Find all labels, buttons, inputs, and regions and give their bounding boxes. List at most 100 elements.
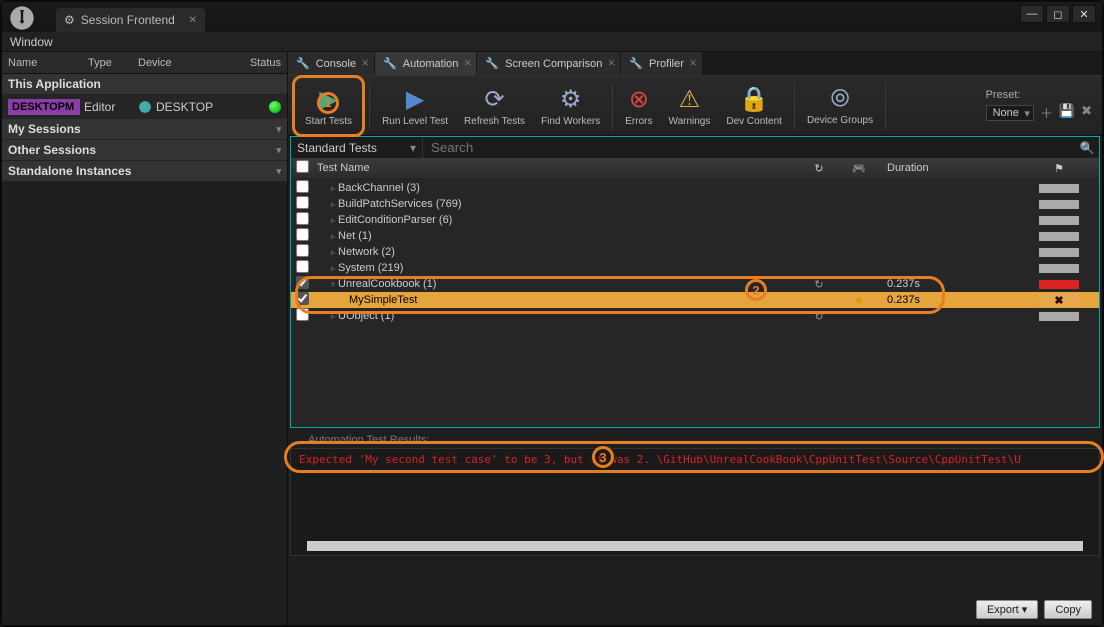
close-icon[interactable]: ✕ xyxy=(689,58,697,69)
play-icon: ▶ xyxy=(406,85,424,114)
col-device[interactable]: Device xyxy=(132,57,222,69)
section-this-application[interactable]: This Application xyxy=(2,74,287,95)
test-row[interactable]: ▹Network (2) xyxy=(291,244,1099,260)
filter-row: Standard Tests ▾ 🔍 xyxy=(290,136,1100,158)
menubar: Window xyxy=(2,32,1102,52)
errors-button[interactable]: ⊗ Errors xyxy=(617,78,660,134)
row-label: UObject (1) xyxy=(338,310,394,322)
test-row[interactable]: ▹BuildPatchServices (769) xyxy=(291,196,1099,212)
export-button[interactable]: Export ▾ xyxy=(976,600,1038,619)
close-icon[interactable]: ✕ xyxy=(608,58,616,69)
refresh-tests-button[interactable]: ⟳ Refresh Tests xyxy=(456,78,533,134)
lock-icon: 🔒 xyxy=(739,85,769,114)
row-checkbox[interactable] xyxy=(296,180,309,193)
test-row[interactable]: ▹System (219) xyxy=(291,260,1099,276)
close-icon[interactable]: ✕ xyxy=(188,15,196,26)
error-icon: ⊗ xyxy=(629,85,649,114)
expand-icon[interactable]: ▹ xyxy=(331,264,335,273)
device-groups-button[interactable]: ⦾ Device Groups xyxy=(799,78,881,134)
callout-1: 1 xyxy=(317,92,339,114)
test-row[interactable]: ▹BackChannel (3) xyxy=(291,180,1099,196)
col-reload-icon: ↻ xyxy=(799,162,839,175)
chevron-down-icon: ▾ xyxy=(276,166,281,177)
col-duration[interactable]: Duration xyxy=(879,162,1019,174)
refresh-icon: ⟳ xyxy=(484,85,504,114)
run-level-test-button[interactable]: ▶ Run Level Test xyxy=(374,78,456,134)
horizontal-scrollbar[interactable] xyxy=(307,541,1083,551)
status-dot-icon xyxy=(269,101,281,113)
test-row[interactable]: ▹EditConditionParser (6) xyxy=(291,212,1099,228)
close-icon[interactable]: ✕ xyxy=(362,58,370,69)
reload-icon: ↻ xyxy=(799,310,839,323)
col-type[interactable]: Type xyxy=(82,57,132,69)
preset-dropdown[interactable]: None xyxy=(986,105,1034,121)
expand-icon[interactable]: ▹ xyxy=(331,248,335,257)
row-checkbox[interactable] xyxy=(296,308,309,321)
tab-automation[interactable]: 🔧 Automation ✕ xyxy=(375,52,477,75)
close-button[interactable]: ✕ xyxy=(1072,5,1096,23)
session-device: DESKTOP xyxy=(138,100,213,114)
expand-icon[interactable]: ▹ xyxy=(331,216,335,225)
expand-icon[interactable]: ▹ xyxy=(331,312,335,321)
wrench-icon: 🔧 xyxy=(485,57,499,70)
test-row[interactable]: ▿UnrealCookbook (1)↻0.237s xyxy=(291,276,1099,292)
warnings-button[interactable]: ⚠ Warnings xyxy=(661,78,719,134)
section-my-sessions[interactable]: My Sessions ▾ xyxy=(2,119,287,140)
section-other-sessions[interactable]: Other Sessions ▾ xyxy=(2,140,287,161)
wrench-icon: 🔧 xyxy=(383,57,397,70)
col-status-icon: ⚑ xyxy=(1019,162,1099,175)
gear-icon: ⚙ xyxy=(560,85,582,114)
expand-icon[interactable]: ▹ xyxy=(331,200,335,209)
sessions-panel: Name Type Device Status This Application… xyxy=(2,52,288,625)
col-status[interactable]: Status xyxy=(222,57,287,69)
test-row[interactable]: MySimpleTest★0.237s✖ xyxy=(291,292,1099,308)
tab-profiler[interactable]: 🔧 Profiler ✕ xyxy=(621,52,703,75)
row-checkbox[interactable] xyxy=(296,228,309,241)
callout-2: 2 xyxy=(745,279,767,301)
menu-window[interactable]: Window xyxy=(10,35,53,49)
col-name[interactable]: Name xyxy=(2,57,82,69)
session-row[interactable]: DESKTOPM Editor DESKTOP xyxy=(2,95,287,119)
minimize-button[interactable]: — xyxy=(1020,5,1044,23)
test-row[interactable]: ▹Net (1) xyxy=(291,228,1099,244)
results-panel[interactable]: Expected 'My second test case' to be 3, … xyxy=(290,448,1100,556)
delete-preset-icon[interactable]: ✖ xyxy=(1081,103,1092,122)
maximize-button[interactable]: ◻ xyxy=(1046,5,1070,23)
expand-icon[interactable]: ▹ xyxy=(331,184,335,193)
save-preset-icon[interactable]: 💾 xyxy=(1059,103,1075,122)
tab-screen-comparison[interactable]: 🔧 Screen Comparison ✕ xyxy=(477,52,621,75)
search-input[interactable] xyxy=(423,137,1075,158)
wrench-icon: 🔧 xyxy=(629,57,643,70)
test-type-dropdown[interactable]: Standard Tests ▾ xyxy=(291,137,423,158)
row-status xyxy=(1019,312,1099,321)
star-icon: ★ xyxy=(839,294,879,307)
row-checkbox[interactable] xyxy=(296,244,309,257)
row-checkbox[interactable] xyxy=(296,196,309,209)
row-status xyxy=(1019,200,1099,209)
expand-icon[interactable]: ▹ xyxy=(331,232,335,241)
titlebar: ⚙ Session Frontend ✕ — ◻ ✕ xyxy=(2,2,1102,32)
tab-console[interactable]: 🔧 Console ✕ xyxy=(288,52,375,75)
select-all-checkbox[interactable] xyxy=(296,160,309,173)
row-label: MySimpleTest xyxy=(349,294,417,306)
section-standalone[interactable]: Standalone Instances ▾ xyxy=(2,161,287,182)
session-frontend-tab[interactable]: ⚙ Session Frontend ✕ xyxy=(56,8,205,32)
copy-button[interactable]: Copy xyxy=(1044,600,1092,619)
close-icon[interactable]: ✕ xyxy=(464,58,472,69)
add-preset-icon[interactable]: ＋ xyxy=(1040,103,1053,122)
test-row[interactable]: ▹UObject (1) ↻ xyxy=(291,308,1099,324)
row-checkbox[interactable] xyxy=(296,260,309,273)
find-workers-button[interactable]: ⚙ Find Workers xyxy=(533,78,608,134)
search-icon[interactable]: 🔍 xyxy=(1075,137,1099,158)
row-checkbox[interactable] xyxy=(296,212,309,225)
chevron-down-icon: ▾ xyxy=(276,145,281,156)
expand-icon[interactable]: ▿ xyxy=(331,280,335,289)
row-status xyxy=(1019,184,1099,193)
col-test-name[interactable]: Test Name xyxy=(313,162,799,174)
reload-icon: ↻ xyxy=(799,278,839,291)
row-checkbox[interactable] xyxy=(296,276,309,289)
row-checkbox[interactable] xyxy=(296,292,309,305)
dev-content-button[interactable]: 🔒 Dev Content xyxy=(718,78,790,134)
test-tree: Test Name ↻ 🎮 Duration ⚑ ▹BackChannel (3… xyxy=(290,158,1100,428)
col-controller-icon: 🎮 xyxy=(839,162,879,175)
